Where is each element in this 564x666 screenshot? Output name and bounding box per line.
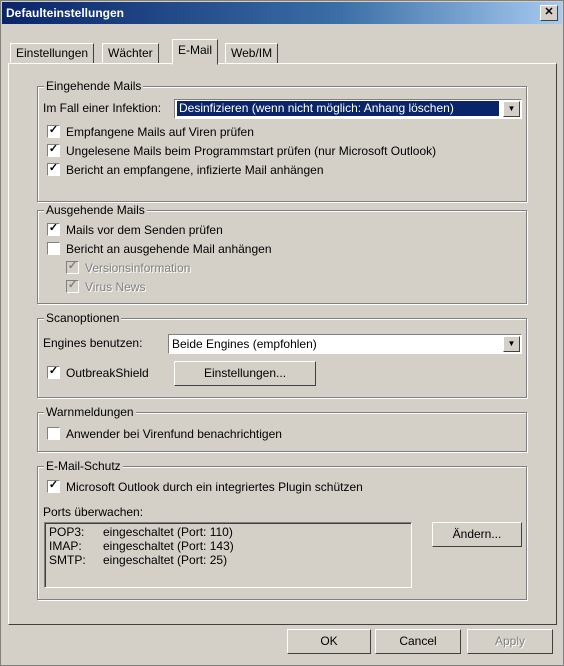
engines-value: Beide Engines (empfohlen) [172,337,317,351]
virus-news-option: Virus News [66,280,145,294]
warnings-group: Warnmeldungen Anwender bei Virenfund ben… [37,405,527,452]
tab-waechter[interactable]: Wächter [102,43,159,64]
check-unread-checkbox[interactable] [47,144,60,157]
notify-user-option[interactable]: Anwender bei Virenfund benachrichtigen [47,427,282,441]
port-name: POP3: [49,525,85,539]
list-item: IMAP: eingeschaltet (Port: 143) [49,539,234,553]
incoming-legend: Eingehende Mails [44,79,144,93]
chevron-down-icon[interactable]: ▼ [503,336,520,352]
window-title: Defaulteinstellungen [6,6,125,20]
infection-label: Im Fall einer Infektion: [43,101,162,115]
ports-list[interactable]: POP3: eingeschaltet (Port: 110) IMAP: eing… [44,522,412,588]
attach-report-outgoing-option[interactable]: Bericht an ausgehende Mail anhängen [47,242,272,256]
protection-legend: E-Mail-Schutz [44,459,123,473]
outgoing-legend: Ausgehende Mails [44,203,147,217]
outbreak-shield-label: OutbreakShield [66,366,149,380]
cancel-button[interactable]: Cancel [375,629,461,654]
scan-options-group: Scanoptionen Engines benutzen: Beide Eng… [37,311,527,398]
list-item: POP3: eingeschaltet (Port: 110) [49,525,233,539]
outlook-plugin-option[interactable]: Microsoft Outlook durch ein integriertes… [47,480,363,494]
port-status: eingeschaltet (Port: 110) [103,525,233,539]
check-unread-option[interactable]: Ungelesene Mails beim Programmstart prüf… [47,144,436,158]
incoming-mail-group: Eingehende Mails Im Fall einer Infektion… [37,79,527,202]
version-info-checkbox [66,261,79,274]
chevron-down-icon[interactable]: ▼ [503,101,520,117]
outbreak-shield-checkbox[interactable] [47,366,60,379]
scan-legend: Scanoptionen [44,311,122,325]
version-info-label: Versionsinformation [85,261,191,275]
close-icon: ✕ [544,6,554,18]
tab-einstellungen[interactable]: Einstellungen [10,43,95,64]
outlook-plugin-checkbox[interactable] [47,480,60,493]
port-status: eingeschaltet (Port: 143) [103,539,234,553]
attach-report-outgoing-label: Bericht an ausgehende Mail anhängen [66,242,272,256]
list-item: SMTP: eingeschaltet (Port: 25) [49,553,227,567]
engines-select[interactable]: Beide Engines (empfohlen) ▼ [168,334,522,354]
virus-news-label: Virus News [85,280,146,294]
ok-button[interactable]: OK [287,629,371,654]
check-before-send-checkbox[interactable] [47,223,60,236]
scan-settings-button[interactable]: Einstellungen... [174,361,316,386]
check-received-option[interactable]: Empfangene Mails auf Viren prüfen [47,125,254,139]
version-info-option: Versionsinformation [66,261,190,275]
outlook-plugin-label: Microsoft Outlook durch ein integriertes… [66,480,363,494]
tab-email[interactable]: E-Mail [172,39,219,65]
title-bar[interactable]: Defaulteinstellungen ✕ [2,2,562,24]
attach-report-incoming-label: Bericht an empfangene, infizierte Mail a… [66,163,324,177]
tab-web-im[interactable]: Web/IM [225,43,279,64]
check-received-checkbox[interactable] [47,125,60,138]
infection-action-select[interactable]: Desinfizieren (wenn nicht möglich: Anhan… [174,99,522,119]
check-before-send-label: Mails vor dem Senden prüfen [66,223,223,237]
port-name: SMTP: [49,553,86,567]
attach-report-incoming-option[interactable]: Bericht an empfangene, infizierte Mail a… [47,163,324,177]
tab-panel-email: Eingehende Mails Im Fall einer Infektion… [8,63,557,625]
email-protection-group: E-Mail-Schutz Microsoft Outlook durch ei… [37,459,527,600]
warnings-legend: Warnmeldungen [44,405,136,419]
port-name: IMAP: [49,539,82,553]
ports-label: Ports überwachen: [43,505,144,519]
outbreak-shield-option[interactable]: OutbreakShield [47,366,149,380]
engines-label: Engines benutzen: [43,336,143,350]
outgoing-mail-group: Ausgehende Mails Mails vor dem Senden pr… [37,203,527,304]
notify-user-checkbox[interactable] [47,427,60,440]
check-unread-label: Ungelesene Mails beim Programmstart prüf… [66,144,437,158]
check-received-label: Empfangene Mails auf Viren prüfen [66,125,254,139]
virus-news-checkbox [66,280,79,293]
notify-user-label: Anwender bei Virenfund benachrichtigen [66,427,282,441]
apply-button: Apply [467,629,553,654]
attach-report-outgoing-checkbox[interactable] [47,242,60,255]
infection-action-value: Desinfizieren (wenn nicht möglich: Anhan… [177,101,499,116]
attach-report-incoming-checkbox[interactable] [47,163,60,176]
check-before-send-option[interactable]: Mails vor dem Senden prüfen [47,223,223,237]
change-ports-button[interactable]: Ändern... [432,522,522,547]
dialog-window: Defaulteinstellungen ✕ Einstellungen Wäc… [0,0,564,666]
close-button[interactable]: ✕ [540,5,558,21]
port-status: eingeschaltet (Port: 25) [103,553,228,567]
